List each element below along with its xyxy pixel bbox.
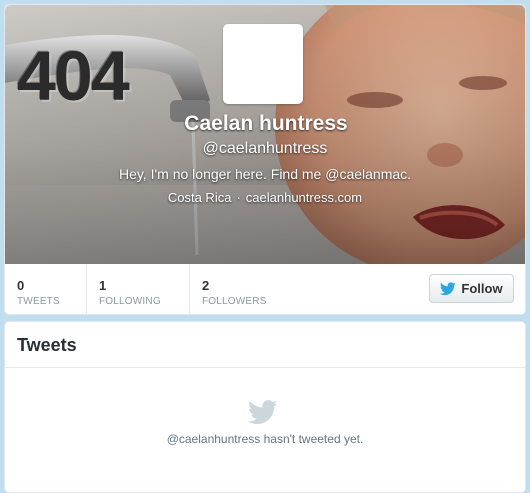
twitter-bird-icon <box>440 281 457 295</box>
full-name[interactable]: Caelan huntress <box>7 111 525 137</box>
location-line: Costa Rica · caelanhuntress.com <box>5 189 525 207</box>
location-separator: · <box>236 190 241 205</box>
stats-bar: 0 TWEETS 1 FOLLOWING 2 FOLLOWERS Follow <box>5 264 525 314</box>
stat-followers[interactable]: 2 FOLLOWERS <box>190 264 310 314</box>
profile-info: Caelan huntress @caelanhuntress Hey, I'm… <box>5 111 525 207</box>
follow-button[interactable]: Follow <box>429 274 514 303</box>
follow-button-label: Follow <box>461 281 503 296</box>
website-link[interactable]: caelanhuntress.com <box>246 190 362 205</box>
tweets-timeline: Tweets @caelanhuntress hasn't tweeted ye… <box>4 321 526 493</box>
location: Costa Rica <box>167 190 232 205</box>
stat-following[interactable]: 1 FOLLOWING <box>87 264 190 314</box>
profile-card: 404 Caelan huntress @caelanhuntress Hey,… <box>4 4 526 315</box>
screen-name[interactable]: @caelanhuntress <box>5 138 525 160</box>
followers-count: 2 <box>202 278 210 293</box>
tweets-label: TWEETS <box>17 296 60 307</box>
empty-timeline-message: @caelanhuntress hasn't tweeted yet. <box>166 432 364 446</box>
tweets-header: Tweets <box>5 322 525 368</box>
following-label: FOLLOWING <box>99 296 161 307</box>
stat-tweets[interactable]: 0 TWEETS <box>5 264 87 314</box>
error-code: 404 <box>17 37 130 115</box>
avatar[interactable] <box>223 24 303 104</box>
twitter-bird-icon <box>247 400 278 430</box>
tweets-count: 0 <box>17 278 25 293</box>
tweets-title: Tweets <box>17 335 77 355</box>
bio-text: Hey, I'm no longer here. Find me @caelan… <box>118 166 412 182</box>
followers-label: FOLLOWERS <box>202 296 267 307</box>
profile-banner: 404 Caelan huntress @caelanhuntress Hey,… <box>5 5 525 264</box>
following-count: 1 <box>99 278 107 293</box>
